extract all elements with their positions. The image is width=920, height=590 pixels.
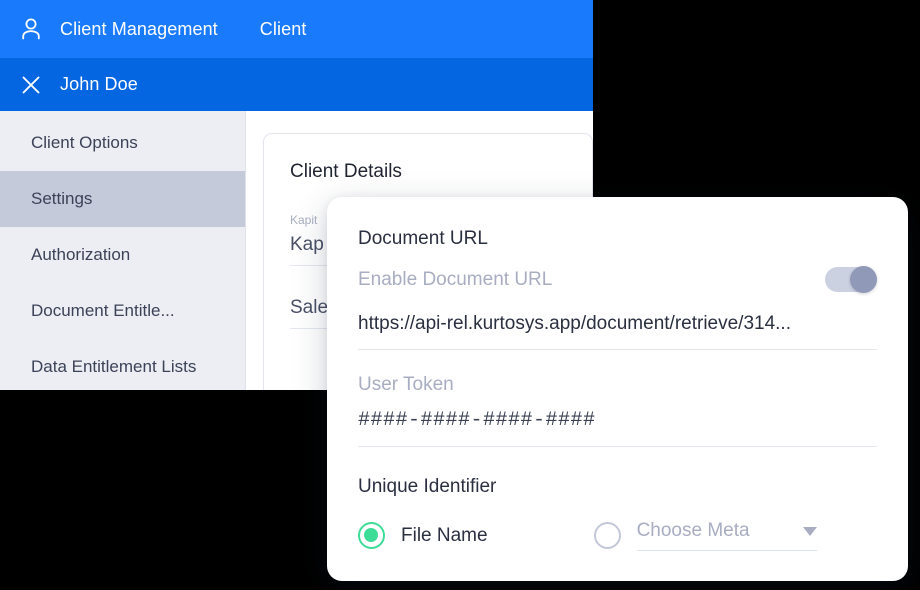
sidebar-item-data-entitlement-lists[interactable]: Data Entitlement Lists	[0, 339, 245, 390]
sidebar-item-label: Client Options	[31, 133, 138, 152]
radio-label: File Name	[401, 524, 488, 546]
choose-meta-placeholder: Choose Meta	[636, 520, 750, 541]
radio-button-selected[interactable]	[358, 522, 385, 549]
sidebar-item-label: Settings	[31, 189, 93, 208]
client-name-label: John Doe	[60, 74, 138, 94]
breadcrumb-client[interactable]: Client	[260, 19, 307, 40]
sidebar-nav: Client Options Settings Authorization Do…	[0, 111, 246, 390]
radio-option-file-name[interactable]: File Name	[358, 522, 488, 549]
radio-option-meta[interactable]: Choose Meta	[593, 520, 817, 551]
user-token-label: User Token	[358, 374, 454, 395]
breadcrumb-client-management[interactable]: Client Management	[60, 19, 218, 40]
sidebar-item-label: Data Entitlement Lists	[31, 357, 197, 376]
close-icon[interactable]	[0, 73, 43, 97]
unique-identifier-options: File Name Choose Meta	[358, 520, 877, 551]
choose-meta-select[interactable]: Choose Meta	[636, 520, 817, 551]
user-token-input[interactable]: ####-####-####-####	[358, 396, 877, 447]
toggle-knob	[850, 266, 877, 293]
sidebar-item-client-options[interactable]: Client Options	[0, 115, 245, 171]
sidebar-item-authorization[interactable]: Authorization	[0, 227, 245, 283]
user-token-block: User Token ####-####-####-####	[358, 374, 877, 447]
top-breadcrumb-bar: Client Management Client	[0, 0, 593, 58]
sidebar-item-label: Authorization	[31, 245, 131, 264]
unique-identifier-title: Unique Identifier	[358, 476, 497, 497]
sidebar-item-settings[interactable]: Settings	[0, 171, 245, 227]
document-url-input[interactable]: https://api-rel.kurtosys.app/document/re…	[358, 293, 877, 350]
card-title: Client Details	[290, 161, 402, 182]
sidebar-item-document-entitlements[interactable]: Document Entitle...	[0, 283, 245, 339]
client-header-bar: John Doe	[0, 58, 593, 111]
document-url-dialog: Document URL Enable Document URL https:/…	[327, 197, 908, 581]
enable-document-url-row: Enable Document URL	[358, 266, 877, 293]
enable-document-url-label: Enable Document URL	[358, 268, 553, 290]
sidebar-item-label: Document Entitle...	[31, 301, 175, 320]
radio-button-unselected[interactable]	[593, 522, 621, 549]
person-icon	[0, 16, 44, 42]
dialog-title: Document URL	[358, 228, 488, 249]
chevron-down-icon	[802, 526, 817, 536]
enable-document-url-toggle[interactable]	[825, 266, 877, 293]
